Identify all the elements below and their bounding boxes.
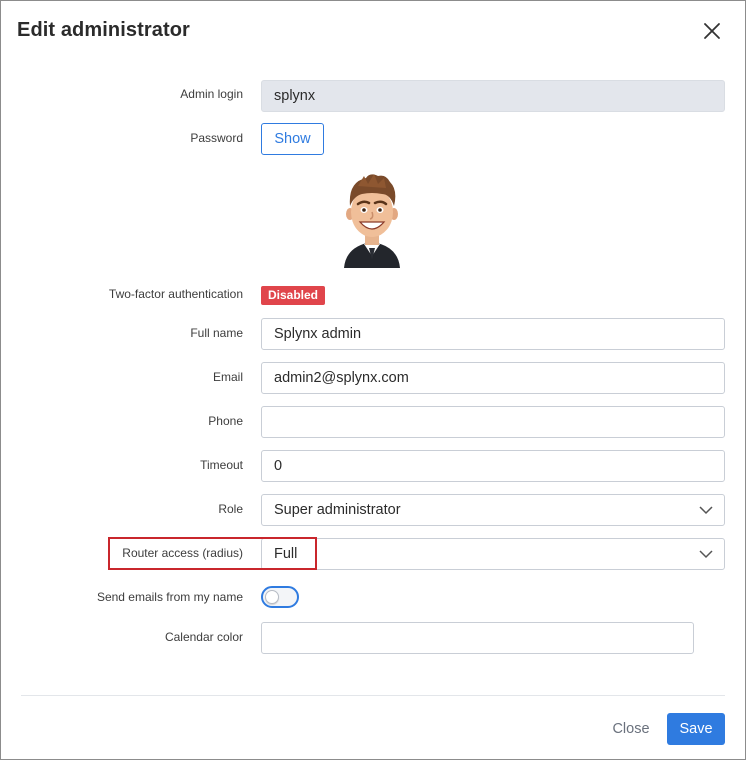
role-select[interactable]: Super administrator	[261, 494, 725, 526]
two-factor-label: Two-factor authentication	[108, 287, 243, 301]
password-label: Password	[190, 131, 243, 145]
timeout-label: Timeout	[200, 458, 243, 472]
two-factor-status-badge: Disabled	[261, 286, 326, 305]
calendar-color-label: Calendar color	[164, 630, 243, 644]
phone-label: Phone	[208, 414, 243, 428]
close-button[interactable]: Close	[605, 713, 657, 745]
email-label: Email	[212, 370, 243, 384]
chevron-down-icon	[699, 506, 713, 515]
full-name-label: Full name	[190, 326, 243, 340]
router-access-select-value: Full	[274, 546, 298, 562]
email-input[interactable]: admin2@splynx.com	[261, 362, 725, 394]
close-icon[interactable]	[699, 18, 725, 44]
toggle-knob	[265, 590, 279, 604]
edit-administrator-modal: Edit administrator Admin login splynx Pa…	[0, 0, 746, 760]
admin-login-field: splynx	[261, 80, 725, 112]
modal-title: Edit administrator	[17, 19, 190, 41]
role-select-value: Super administrator	[274, 502, 401, 518]
phone-input[interactable]	[261, 406, 725, 438]
router-access-select[interactable]: Full	[261, 538, 725, 570]
role-label: Role	[218, 502, 243, 516]
full-name-input[interactable]: Splynx admin	[261, 318, 725, 350]
timeout-input[interactable]: 0	[261, 450, 725, 482]
save-button[interactable]: Save	[667, 713, 725, 745]
chevron-down-icon	[699, 550, 713, 559]
show-password-button[interactable]: Show	[261, 123, 324, 155]
router-access-label: Router access (radius)	[122, 546, 243, 560]
calendar-color-input[interactable]	[261, 622, 694, 654]
footer-divider	[21, 695, 725, 696]
admin-login-label: Admin login	[180, 87, 243, 101]
send-emails-label: Send emails from my name	[96, 590, 243, 604]
avatar	[336, 172, 408, 268]
send-emails-toggle[interactable]	[261, 586, 299, 608]
